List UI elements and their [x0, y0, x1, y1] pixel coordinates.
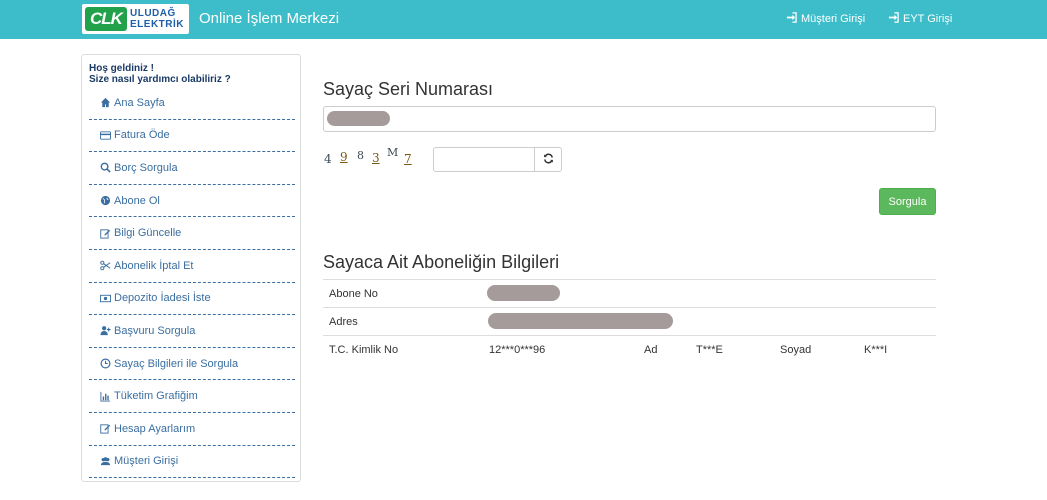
sidebar-item-label: Borç Sorgula [114, 161, 178, 174]
serial-number-input[interactable] [323, 106, 936, 132]
name-value: T***E [696, 344, 723, 356]
sidebar-item-label: Abone Ol [114, 194, 160, 207]
sidebar-item-label: Sayaç Bilgileri ile Sorgula [114, 357, 239, 370]
top-navbar: CLK ULUDAĞ ELEKTRİK Online İşlem Merkezi… [0, 0, 1047, 39]
table-row: Adres [323, 307, 936, 335]
welcome-text: Hoş geldiniz ! Size nasıl yardımcı olabi… [89, 63, 231, 85]
name-label: Ad [644, 344, 658, 356]
sidebar-item-label: Müşteri Girişi [114, 455, 179, 468]
app-title: Online İşlem Merkezi [199, 10, 340, 27]
sidebar-item-update-info[interactable]: Bilgi Güncelle [89, 217, 295, 250]
sidebar-item-label: Depozito İadesi İste [114, 292, 211, 305]
tc-id-value: 12***0***96 [489, 344, 546, 356]
clock-icon [99, 358, 111, 369]
customer-login-link[interactable]: Müşteri Girişi [786, 12, 865, 26]
sidebar-item-consumption-chart[interactable]: Tüketim Grafiğim [89, 380, 295, 413]
sidebar-item-debt-query[interactable]: Borç Sorgula [89, 152, 295, 185]
search-icon [99, 162, 111, 174]
sidebar-item-label: Bilgi Güncelle [114, 227, 182, 240]
sidebar-menu: Ana Sayfa Fatura Öde Borç Sorgula Abone … [89, 87, 295, 479]
scissors-icon [99, 260, 111, 271]
sidebar-item-label: Başvuru Sorgula [114, 324, 196, 337]
sidebar-item-pay-bill[interactable]: Fatura Öde [89, 120, 295, 153]
home-icon [99, 97, 111, 108]
sign-in-icon [786, 12, 797, 26]
globe-icon [99, 195, 111, 206]
query-button[interactable]: Sorgula [879, 188, 936, 215]
sidebar-item-label: Abonelik İptal Et [114, 259, 194, 272]
money-icon [99, 293, 111, 304]
serial-number-title: Sayaç Seri Numarası [323, 79, 494, 99]
eyt-login-label: EYT Girişi [903, 13, 953, 25]
captcha-char: 3 [372, 151, 380, 165]
redacted-serial-value [327, 111, 390, 126]
captcha-char: 7 [404, 152, 412, 166]
credit-card-icon [99, 130, 111, 141]
captcha-char: M [387, 146, 399, 159]
subscriber-no-label: Abone No [329, 288, 378, 300]
customer-login-label: Müşteri Girişi [801, 13, 866, 25]
captcha-input[interactable] [433, 147, 535, 172]
sidebar-item-meter-query[interactable]: Sayaç Bilgileri ile Sorgula [89, 348, 295, 381]
logo-line-1: ULUDAĞ [130, 8, 176, 19]
edit-icon [99, 423, 111, 434]
table-row: Abone No [323, 279, 936, 307]
users-icon [99, 456, 111, 467]
surname-value: K***I [864, 344, 888, 356]
sidebar-item-application-query[interactable]: Başvuru Sorgula [89, 315, 295, 348]
logo[interactable]: CLK ULUDAĞ ELEKTRİK [82, 4, 189, 34]
refresh-icon [543, 151, 554, 169]
sidebar-item-cancel-subscription[interactable]: Abonelik İptal Et [89, 250, 295, 283]
redacted-address [488, 313, 673, 329]
welcome-line-1: Hoş geldiniz ! [89, 63, 154, 74]
user-plus-icon [99, 325, 111, 336]
bar-chart-icon [99, 391, 111, 402]
sidebar: Hoş geldiniz ! Size nasıl yardımcı olabi… [81, 54, 301, 482]
captcha-char: 4 [324, 152, 332, 166]
subscription-info-table: Abone No Adres T.C. Kimlik No 12***0***9… [323, 279, 936, 363]
sidebar-item-deposit-refund[interactable]: Depozito İadesi İste [89, 283, 295, 316]
sign-in-icon [888, 12, 899, 26]
sidebar-item-account-settings[interactable]: Hesap Ayarlarım [89, 413, 295, 446]
captcha-refresh-button[interactable] [534, 147, 562, 172]
captcha-char: 8 [357, 149, 364, 162]
sidebar-item-customer-login[interactable]: Müşteri Girişi [89, 446, 295, 479]
sidebar-item-label: Tüketim Grafiğim [114, 390, 198, 403]
captcha-image: 4 9 8 3 M 7 [324, 146, 420, 170]
eyt-login-link[interactable]: EYT Girişi [888, 12, 952, 26]
address-label: Adres [329, 316, 358, 328]
logo-text: ULUDAĞ ELEKTRİK [130, 8, 184, 30]
edit-icon [99, 228, 111, 239]
table-row: T.C. Kimlik No 12***0***96 Ad T***E Soya… [323, 335, 936, 363]
subscription-info-title: Sayaca Ait Aboneliğin Bilgileri [323, 252, 560, 272]
sidebar-item-label: Fatura Öde [114, 129, 170, 142]
sidebar-item-label: Hesap Ayarlarım [114, 422, 196, 435]
welcome-line-2: Size nasıl yardımcı olabiliriz ? [89, 74, 231, 85]
sidebar-item-label: Ana Sayfa [114, 96, 165, 109]
captcha-char: 9 [340, 150, 348, 164]
logo-badge: CLK [85, 7, 127, 31]
logo-line-2: ELEKTRİK [130, 19, 184, 30]
redacted-subscriber-no [487, 285, 560, 301]
sidebar-item-subscribe[interactable]: Abone Ol [89, 185, 295, 218]
tc-id-label: T.C. Kimlik No [329, 344, 399, 356]
surname-label: Soyad [780, 344, 812, 356]
sidebar-item-home[interactable]: Ana Sayfa [89, 87, 295, 120]
